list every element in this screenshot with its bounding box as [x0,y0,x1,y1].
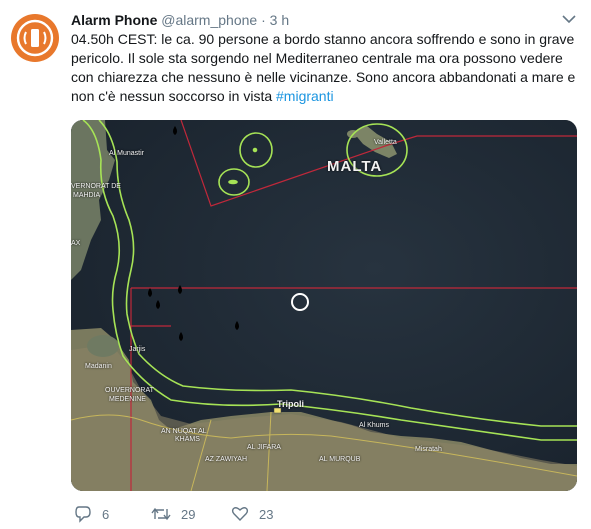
heart-icon [231,507,249,522]
author-handle[interactable]: @alarm_phone [161,12,257,28]
sar-map-graphic [71,120,577,491]
map-label-madanin: Madanin [85,363,112,370]
map-image[interactable]: MALTA Valletta Al Munastir VERNORAT DE M… [71,120,577,491]
tweet-text-line: 04.50h CEST: le ca. 90 persone a bordo s… [71,31,575,47]
tweet-text-line-4: non c'è nessun soccorso in vista #migran… [71,87,581,106]
chevron-down-icon[interactable] [561,12,577,26]
map-label-az-zawiyah: AZ ZAWIYAH [205,456,247,463]
tweet-text-segment: non c'è nessun soccorso in vista [71,88,277,104]
tweet-header: Alarm Phone @alarm_phone · 3 h [71,11,289,29]
tweet[interactable]: Alarm Phone @alarm_phone · 3 h 04.50h CE… [0,0,591,529]
retweet-count: 29 [181,506,196,522]
author-name[interactable]: Alarm Phone [71,12,157,28]
map-label-misratah: Misratah [415,446,442,453]
alarm-phone-logo-icon [16,19,54,57]
separator: · [261,12,266,28]
map-label-gouvernorat2: OUVERNORAT [105,387,154,394]
map-label-al-jifara: AL JIFARA [247,444,281,451]
reply-count: 6 [102,506,110,522]
tweet-text: 04.50h CEST: le ca. 90 persone a bordo s… [71,30,581,106]
djerba-island [87,335,119,357]
like-button[interactable]: 23 [231,504,273,524]
map-label-ax: AX [71,240,81,247]
hashtag-link[interactable]: #migranti [276,88,334,104]
map-label-malta: MALTA [327,158,383,175]
map-label-jarjis: Jarjis [129,346,146,353]
map-label-al-murqub: AL MURQUB [319,456,361,463]
avatar[interactable] [11,14,59,62]
reply-button[interactable]: 6 [74,504,109,524]
map-label-khams: KHAMS [175,436,200,443]
like-count: 23 [259,506,274,522]
map-label-al-khums: Al Khums [359,422,389,429]
map-label-mahdia: MAHDIA [73,192,101,199]
reply-icon [75,506,91,523]
map-label-medenine: MEDENINE [109,396,146,403]
tweet-text-line: con chiarezza che nessuno è nelle vicina… [71,69,576,85]
map-label-monastir: Al Munastir [109,150,145,157]
map-label-an-nuqat: AN NUQAT AL [161,428,207,435]
map-label-valletta: Valletta [374,139,397,146]
retweet-icon [151,507,171,521]
retweet-button[interactable]: 29 [151,504,195,524]
map-label-gouvernorat: VERNORAT DE [71,183,121,190]
tweet-text-line: pericolo. Il sole sta sorgendo nel Medit… [71,50,563,66]
map-label-tripoli: Tripoli [277,399,304,409]
timestamp[interactable]: 3 h [270,12,289,28]
